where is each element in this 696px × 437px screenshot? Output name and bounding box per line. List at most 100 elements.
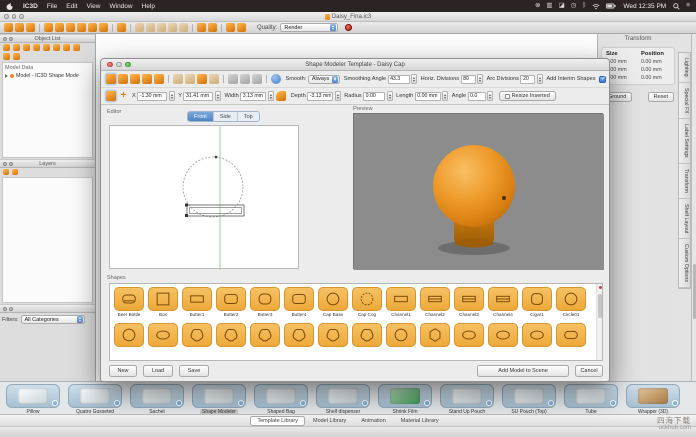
- template-item-shelf-dispenser[interactable]: Shelf dispenser: [316, 384, 370, 414]
- shape-item-cigar1[interactable]: Cigar1: [522, 287, 552, 317]
- x-input[interactable]: [137, 92, 167, 101]
- undo-icon[interactable]: [173, 74, 183, 84]
- pan-icon[interactable]: [142, 74, 152, 84]
- battery-icon[interactable]: [606, 3, 616, 9]
- add-interim-shapes-checkbox[interactable]: [599, 76, 606, 83]
- layers-list[interactable]: [2, 177, 93, 303]
- pencil-icon[interactable]: [88, 23, 97, 32]
- remove-layer-icon[interactable]: [12, 169, 18, 175]
- text-icon[interactable]: [168, 23, 177, 32]
- shape-item[interactable]: [454, 323, 484, 347]
- clock-icon[interactable]: ◷: [571, 3, 577, 10]
- shape-item-channel1[interactable]: Channel1: [386, 287, 416, 317]
- window-controls[interactable]: [4, 14, 24, 19]
- dialog-minimize-button[interactable]: [116, 62, 122, 68]
- stepper-control[interactable]: [387, 91, 393, 101]
- tab-side[interactable]: Side: [214, 112, 238, 121]
- panel-tab-transform[interactable]: Transform: [679, 164, 690, 199]
- tab-material-library[interactable]: Material Library: [394, 416, 446, 426]
- dialog-zoom-button[interactable]: [125, 62, 131, 68]
- shape-item-circle01[interactable]: Circle01: [556, 287, 586, 317]
- stepper-control[interactable]: [335, 91, 341, 101]
- camera-icon[interactable]: [73, 44, 80, 51]
- menu-edit[interactable]: Edit: [66, 3, 77, 10]
- layers-header[interactable]: Layers: [0, 159, 95, 168]
- image-icon[interactable]: [197, 74, 207, 84]
- stepper-control[interactable]: [537, 74, 543, 84]
- shape-item[interactable]: [352, 323, 382, 347]
- primitive-cube-icon[interactable]: [23, 44, 30, 51]
- eyedropper-icon[interactable]: [77, 23, 86, 32]
- tab-animation[interactable]: Animation: [354, 416, 392, 426]
- stepper-control[interactable]: [268, 91, 274, 101]
- star-icon[interactable]: [157, 23, 166, 32]
- shape-item[interactable]: [522, 323, 552, 347]
- edit-profile-icon[interactable]: [276, 91, 286, 101]
- marquee-icon[interactable]: [154, 74, 164, 84]
- reset-button[interactable]: Reset: [648, 92, 674, 102]
- notification-center-icon[interactable]: ≡: [686, 3, 690, 10]
- light-icon[interactable]: [63, 44, 70, 51]
- panel-controls[interactable]: [3, 37, 13, 41]
- image-icon[interactable]: [135, 23, 144, 32]
- template-item-wrapper-3d[interactable]: Wrapper (3D): [626, 384, 680, 414]
- length-input[interactable]: [415, 92, 441, 101]
- redo-icon[interactable]: [237, 23, 246, 32]
- zoom-in-icon[interactable]: [118, 74, 128, 84]
- shape-item[interactable]: [148, 323, 178, 347]
- spotlight-icon[interactable]: [673, 3, 680, 10]
- profile-editor-canvas[interactable]: [109, 125, 299, 269]
- select-icon[interactable]: [106, 74, 116, 84]
- shape-item-butter4[interactable]: Butter4: [284, 287, 314, 317]
- template-item-sachet[interactable]: Sachet: [130, 384, 184, 414]
- y-input[interactable]: [183, 92, 213, 101]
- stepper-control[interactable]: [477, 74, 483, 84]
- redo-icon[interactable]: [185, 74, 195, 84]
- smooth-dropdown[interactable]: Always: [308, 75, 340, 84]
- panel-tab-shelf-layout[interactable]: Shelf Layout: [679, 199, 690, 239]
- template-item-shrink-film[interactable]: Shrink Film: [378, 384, 432, 414]
- remove-folder-icon[interactable]: [13, 53, 20, 60]
- import-icon[interactable]: [3, 44, 10, 51]
- window-title-bar[interactable]: Daisy_Fina.ic3: [0, 12, 696, 22]
- grab-icon[interactable]: [179, 23, 188, 32]
- menu-file[interactable]: File: [47, 3, 57, 10]
- shape-item-box[interactable]: Box: [148, 287, 178, 317]
- shape-item-channel3[interactable]: Channel3: [454, 287, 484, 317]
- add-folder-icon[interactable]: [3, 53, 10, 60]
- mirror-icon[interactable]: [146, 23, 155, 32]
- shape-item-channel2[interactable]: Channel2: [420, 287, 450, 317]
- add-layer-icon[interactable]: [3, 169, 9, 175]
- model-tree[interactable]: Model Data Model - IC3D Shape Mode: [2, 62, 93, 158]
- angle-input[interactable]: [468, 92, 486, 101]
- shape-item[interactable]: [182, 323, 212, 347]
- shape-item-cap-cog[interactable]: Cap Cog: [352, 287, 382, 317]
- cast-icon[interactable]: ⊗: [535, 3, 540, 10]
- menu-view[interactable]: View: [87, 3, 101, 10]
- cancel-button[interactable]: Cancel: [575, 365, 603, 377]
- bluetooth-icon[interactable]: ᛒ: [582, 3, 586, 10]
- menu-help[interactable]: Help: [142, 3, 155, 10]
- stepper-control[interactable]: [169, 91, 175, 101]
- shape-item-butter2[interactable]: Butter2: [216, 287, 246, 317]
- apple-icon[interactable]: [6, 2, 14, 11]
- shape-item-channel4[interactable]: Channel4: [488, 287, 518, 317]
- template-item-su-pouch-top[interactable]: SU Pouch (Top): [502, 384, 556, 414]
- panel-tab-lighting[interactable]: Lighting: [679, 53, 690, 83]
- scrollbar-thumb[interactable]: [598, 294, 602, 318]
- dialog-title-bar[interactable]: Shape Modeler Template - Daisy Cap: [101, 59, 609, 71]
- box-icon[interactable]: [197, 23, 206, 32]
- window-minimize-button[interactable]: [12, 14, 17, 19]
- smoothing-angle-input[interactable]: [388, 75, 410, 84]
- wifi-icon[interactable]: [592, 3, 600, 10]
- add-point-icon[interactable]: [119, 91, 129, 101]
- shape-item[interactable]: [284, 323, 314, 347]
- zoom-icon[interactable]: [55, 23, 64, 32]
- dialog-window-controls[interactable]: [107, 62, 131, 68]
- primitive-cylinder-icon[interactable]: [53, 44, 60, 51]
- scrollbar-thumb[interactable]: [693, 264, 696, 319]
- radius-input[interactable]: [363, 92, 385, 101]
- line-tool-icon[interactable]: [228, 74, 238, 84]
- undo-icon[interactable]: [226, 23, 235, 32]
- template-item-tube[interactable]: Tube: [564, 384, 618, 414]
